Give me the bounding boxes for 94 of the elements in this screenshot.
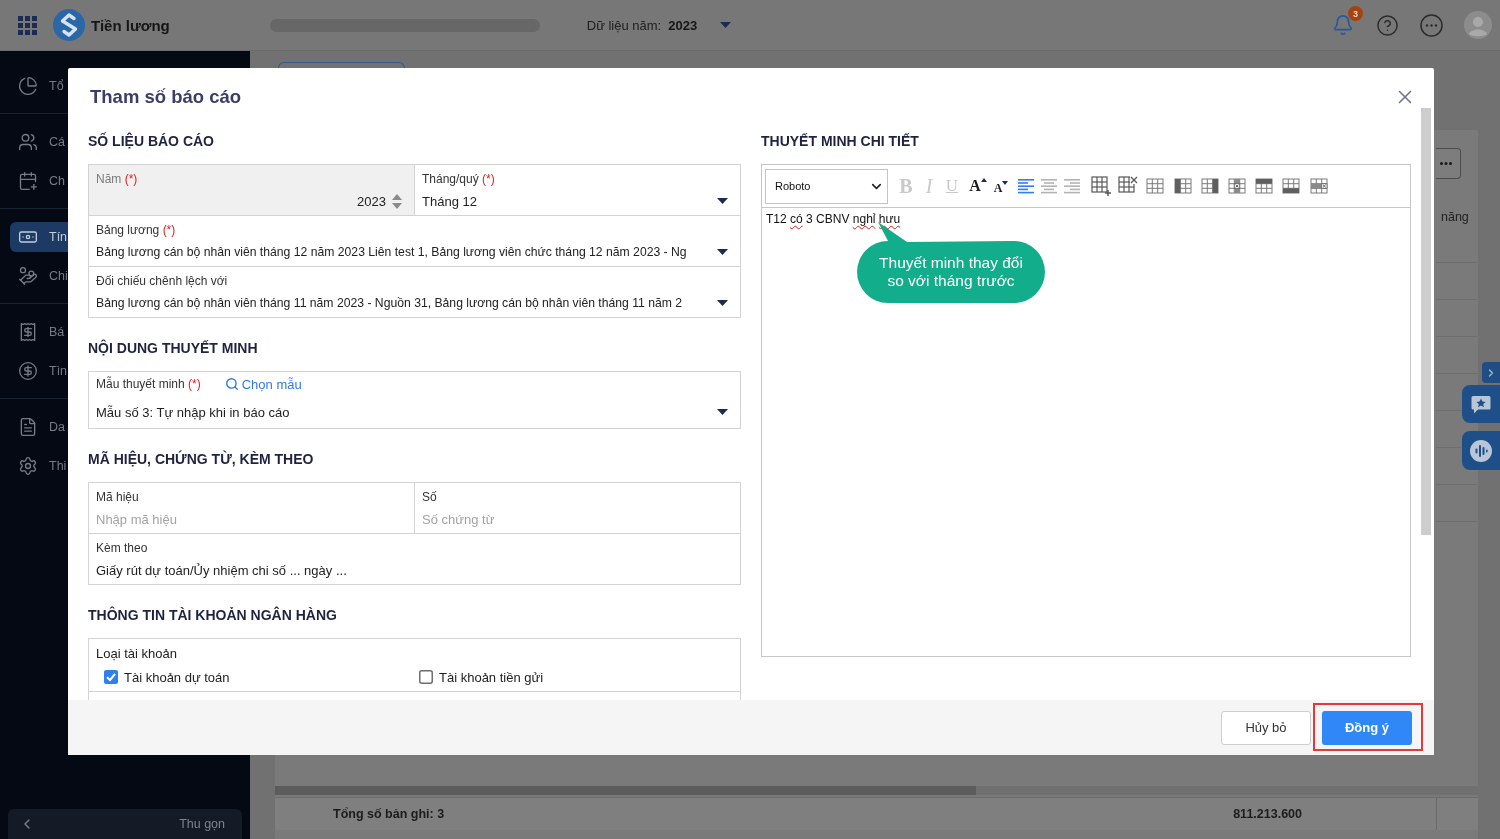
help-icon[interactable] [1376, 13, 1399, 37]
field-label: Kèm theo [96, 540, 148, 556]
field-label: Năm (*) [96, 171, 138, 187]
table-x-icon[interactable] [1118, 176, 1139, 196]
field-label: Đối chiếu chênh lệch với [96, 273, 228, 289]
text-field[interactable]: Kèm theo Giấy rút dự toán/Ủy nhiệm chi số ... ngày ... [89, 534, 740, 584]
feedback-button[interactable] [1462, 385, 1500, 423]
more-icon[interactable] [1420, 13, 1443, 37]
calendar-plus-icon [18, 170, 38, 191]
table-icon[interactable] [1145, 176, 1166, 196]
dropdown-field[interactable]: Mẫu số 3: Tự nhập khi in báo cáo [96, 400, 733, 424]
more-icon [1440, 162, 1452, 165]
caret-down-icon[interactable] [717, 409, 728, 415]
choose-template-link[interactable]: Chọn mẫu [224, 376, 302, 392]
font-shrink-button[interactable]: A [991, 175, 1011, 197]
checkbox-label[interactable]: Tài khoản dự toán [124, 669, 230, 685]
input-field[interactable]: Số chứng từ [422, 507, 733, 531]
table-column-x-icon[interactable] [1226, 176, 1247, 196]
text-field[interactable]: Số Số chứng từ [415, 483, 740, 533]
document-icon [18, 416, 38, 437]
year-label: Dữ liệu năm: [586, 17, 662, 33]
table-left-column-icon[interactable] [1172, 176, 1193, 196]
section-heading: THÔNG TIN TÀI KHOẢN NGÂN HÀNG [88, 606, 338, 624]
field-label: Số [422, 489, 437, 505]
triangle-up-icon [980, 178, 987, 182]
column-header: năng [1441, 210, 1469, 224]
field-label: Mẫu thuyết minh (*) [96, 376, 201, 392]
voice-button[interactable] [1462, 431, 1500, 470]
people-icon [18, 131, 38, 152]
collapse-button[interactable]: Thu gọn [8, 809, 242, 839]
field-label: Loại tài khoản [96, 646, 177, 661]
notification-count: 3 [1348, 6, 1363, 21]
table-right-column-icon[interactable] [1199, 176, 1220, 196]
section-heading: NỘI DUNG THUYẾT MINH [88, 339, 259, 357]
more-button[interactable] [1436, 148, 1461, 179]
section-heading: MÃ HIỆU, CHỨNG TỪ, KÈM THEO [88, 450, 315, 468]
logo-icon [53, 9, 85, 41]
align-right-icon[interactable] [1063, 178, 1081, 194]
sidebar-item[interactable]: Da [10, 411, 68, 442]
field-label: Tháng/quý (*) [422, 171, 495, 187]
sidebar-item[interactable]: Tín [10, 221, 68, 252]
message-star-icon [1471, 394, 1491, 414]
receipt-icon [18, 321, 38, 342]
vertical-scrollbar[interactable] [1421, 108, 1431, 535]
caret-down-icon[interactable] [717, 249, 728, 255]
sidebar-item[interactable]: Bá [10, 316, 68, 347]
expand-tab[interactable] [1482, 362, 1500, 383]
sidebar-item[interactable]: Tìn [10, 355, 68, 386]
align-left-icon[interactable] [1017, 178, 1035, 194]
align-center-icon[interactable] [1040, 178, 1058, 194]
record-count: Tổng số bản ghi: 3 [333, 807, 445, 821]
settings-icon [18, 455, 38, 476]
cancel-button[interactable]: Hủy bỏ [1221, 710, 1311, 745]
apps-grid-icon[interactable] [18, 15, 37, 35]
table-row-x-icon[interactable] [1308, 176, 1329, 196]
search-icon [224, 377, 239, 391]
section-heading: THUYẾT MINH CHI TIẾT [761, 132, 920, 150]
total-amount: 811.213.600 [1233, 807, 1302, 821]
field-label: Bảng lương (*) [96, 222, 176, 238]
field-label: Mã hiệu [96, 489, 139, 505]
sidebar-item[interactable]: Ch [10, 165, 68, 196]
triangle-down-icon [1002, 181, 1009, 185]
input-field[interactable]: Nhập mã hiệu [96, 507, 407, 531]
checkbox-label[interactable]: Tài khoản tiền gửi [439, 669, 544, 685]
table-plus-icon[interactable] [1091, 176, 1111, 196]
dollar-circle-icon [18, 360, 38, 381]
horizontal-scrollbar[interactable] [275, 786, 1478, 795]
checkbox[interactable] [419, 670, 433, 684]
checkbox[interactable] [104, 670, 118, 684]
text-field[interactable]: Mã hiệu Nhập mã hiệu [89, 483, 414, 533]
caret-down-icon[interactable] [717, 198, 728, 204]
dropdown-field[interactable]: Tháng 12 [422, 189, 733, 213]
input-field[interactable]: Giấy rút dự toán/Ủy nhiệm chi số ... ngày ... [96, 558, 733, 582]
hand-coins-icon [18, 265, 38, 286]
dialog-title: Tham số báo cáo [90, 86, 242, 108]
sidebar-item[interactable]: Chi [10, 260, 68, 291]
table-top-row-icon[interactable] [1254, 176, 1275, 196]
pie-chart-icon [18, 75, 38, 96]
confirm-button[interactable]: Đồng ý [1322, 710, 1412, 745]
callout-text: Thuyết minh thay đổi so với tháng trước [879, 254, 1023, 290]
dropdown-field[interactable]: Bảng lương cán bộ nhân viên tháng 12 năm 2023 Liên test 1, Bảng lương viên chức tháng 12 năm 2023 - Ng [96, 240, 733, 264]
sidebar-item[interactable]: Tổ [10, 70, 68, 101]
dropdown-field[interactable]: Bảng lương cán bộ nhân viên tháng 11 năm 2023 - Nguồn 31, Bảng lương cán bộ nhân viên tháng 11 năm 2 [96, 291, 733, 315]
app-name: Tiền lương [91, 16, 170, 34]
font-grow-button[interactable]: A [968, 175, 988, 197]
section-heading: SỐ LIỆU BÁO CÁO [88, 132, 215, 150]
sidebar-item[interactable]: Cá [10, 126, 68, 157]
editor-text[interactable]: T12 có 3 CBNV nghỉ hưu [766, 210, 901, 232]
font-select[interactable]: Roboto [765, 168, 888, 204]
year-value[interactable]: 2023 [668, 17, 698, 33]
table-bottom-row-icon[interactable] [1281, 176, 1302, 196]
sound-wave-icon [1470, 439, 1492, 462]
sidebar-item[interactable]: Thi [10, 450, 68, 481]
caret-down-icon[interactable] [717, 300, 728, 306]
